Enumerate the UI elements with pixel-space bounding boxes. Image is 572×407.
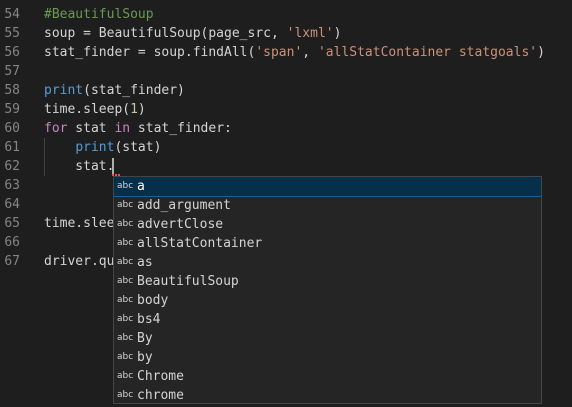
suggestion-label: advertClose <box>137 217 224 232</box>
code-text: soup = BeautifulSoup(page_src, 'lxml') <box>44 24 341 43</box>
line-number: 67 <box>4 254 20 269</box>
suggestion-item[interactable]: abc as <box>114 253 541 272</box>
suggestion-item[interactable]: abc By <box>114 329 541 348</box>
text-suggestion-icon: abc <box>117 238 134 248</box>
text-suggestion-icon: abc <box>117 276 134 286</box>
code-token: ) <box>537 45 545 60</box>
code-line[interactable]: 60 for stat in stat_finder: <box>0 119 572 138</box>
suggestion-label: add_argument <box>137 198 231 213</box>
code-line[interactable]: 56 stat_finder = soup.findAll('span', 'al… <box>0 43 572 62</box>
code-token: stat_finder: <box>130 121 232 136</box>
text-suggestion-icon: abc <box>117 390 134 400</box>
code-line[interactable]: 59 time.sleep(1) <box>0 100 572 119</box>
line-number: 57 <box>4 64 20 79</box>
text-suggestion-icon: abc <box>117 333 134 343</box>
code-token: (stat_finder) <box>83 83 185 98</box>
suggestion-label: by <box>137 350 153 365</box>
code-token: 'lxml' <box>286 26 334 41</box>
code-line[interactable]: 57 <box>0 62 572 81</box>
code-token: , <box>302 45 318 60</box>
code-text: stat. <box>44 157 114 176</box>
suggestion-item[interactable]: abc advertClose <box>114 215 541 234</box>
text-suggestion-icon: abc <box>117 352 134 362</box>
code-text: time.sleep(1) <box>44 100 146 119</box>
suggestion-label: BeautifulSoup <box>137 274 239 289</box>
code-token: 1 <box>130 102 138 117</box>
code-text: print(stat_finder) <box>44 81 185 100</box>
code-token: for <box>44 121 68 136</box>
code-token: stat_finder = soup.findAll( <box>44 45 256 60</box>
line-number: 62 <box>4 159 20 174</box>
code-line[interactable]: 58 print(stat_finder) <box>0 81 572 100</box>
suggestion-item[interactable]: abc by <box>114 348 541 367</box>
suggestion-label: bs4 <box>137 312 161 327</box>
code-text: driver.qu <box>44 252 114 271</box>
line-number: 55 <box>4 26 20 41</box>
line-number: 56 <box>4 45 20 60</box>
code-text: for stat in stat_finder: <box>44 119 232 138</box>
text-suggestion-icon: abc <box>117 295 134 305</box>
line-number: 58 <box>4 83 20 98</box>
text-suggestion-icon: abc <box>117 200 134 210</box>
code-text: #BeautifulSoup <box>44 5 154 24</box>
suggestion-label: allStatContainer <box>137 236 263 251</box>
code-text: time.slee <box>44 214 114 233</box>
code-token: stat. <box>44 159 115 174</box>
suggestion-item[interactable]: abc Chrome <box>114 367 541 386</box>
code-token: #BeautifulSoup <box>44 7 154 22</box>
suggestion-item[interactable]: abc bs4 <box>114 310 541 329</box>
code-token: ) <box>333 26 342 41</box>
code-token: stat <box>67 121 115 136</box>
code-line[interactable]: 62 stat. <box>0 157 572 176</box>
text-suggestion-icon: abc <box>117 314 134 324</box>
code-line[interactable]: 61 print(stat) <box>0 138 572 157</box>
line-number: 66 <box>4 235 20 250</box>
line-number: 54 <box>4 7 20 22</box>
suggestion-item[interactable]: abc a <box>114 177 541 197</box>
line-number: 61 <box>4 140 20 155</box>
text-suggestion-icon: abc <box>117 181 134 191</box>
autocomplete-suggestion-widget[interactable]: abc a abc add_argument abc advertClose abc allS… <box>113 176 542 404</box>
suggestion-item[interactable]: abc add_argument <box>114 196 541 215</box>
code-line[interactable]: 55 soup = BeautifulSoup(page_src, 'lxml') <box>0 24 572 43</box>
line-number: 60 <box>4 121 20 136</box>
line-number: 63 <box>4 178 20 193</box>
code-line[interactable]: 54 #BeautifulSoup <box>0 5 572 24</box>
code-token: soup = BeautifulSoup(page_src, <box>44 26 287 41</box>
code-text: stat_finder = soup.findAll('span', 'allS… <box>44 43 545 62</box>
suggestion-label: as <box>137 255 153 270</box>
code-token: 'span' <box>255 45 303 60</box>
line-number: 59 <box>4 102 20 117</box>
text-suggestion-icon: abc <box>117 257 134 267</box>
suggestion-label: body <box>137 293 169 308</box>
suggestion-label: a <box>137 179 145 194</box>
line-number: 64 <box>4 197 20 212</box>
line-number: 65 <box>4 216 20 231</box>
text-suggestion-icon: abc <box>117 219 134 229</box>
code-token: print <box>44 83 84 98</box>
code-token: 'allStatContainer statgoals' <box>317 45 538 60</box>
code-token: driver.qu <box>44 254 115 269</box>
code-token: time.sleep( <box>44 102 131 117</box>
code-token: time.slee <box>44 216 115 231</box>
suggestion-label: chrome <box>137 388 184 403</box>
suggestion-label: By <box>137 331 153 346</box>
code-token: print <box>75 140 115 155</box>
code-token: (stat) <box>114 140 162 155</box>
suggestion-item[interactable]: abc BeautifulSoup <box>114 272 541 291</box>
code-token: in <box>114 121 131 136</box>
code-text: print(stat) <box>44 138 161 157</box>
suggestion-item[interactable]: abc allStatContainer <box>114 234 541 253</box>
text-suggestion-icon: abc <box>117 371 134 381</box>
code-token: ) <box>137 102 146 117</box>
suggestion-label: Chrome <box>137 369 184 384</box>
suggestion-item[interactable]: abc body <box>114 291 541 310</box>
suggestion-item[interactable]: abc chrome <box>114 386 541 403</box>
